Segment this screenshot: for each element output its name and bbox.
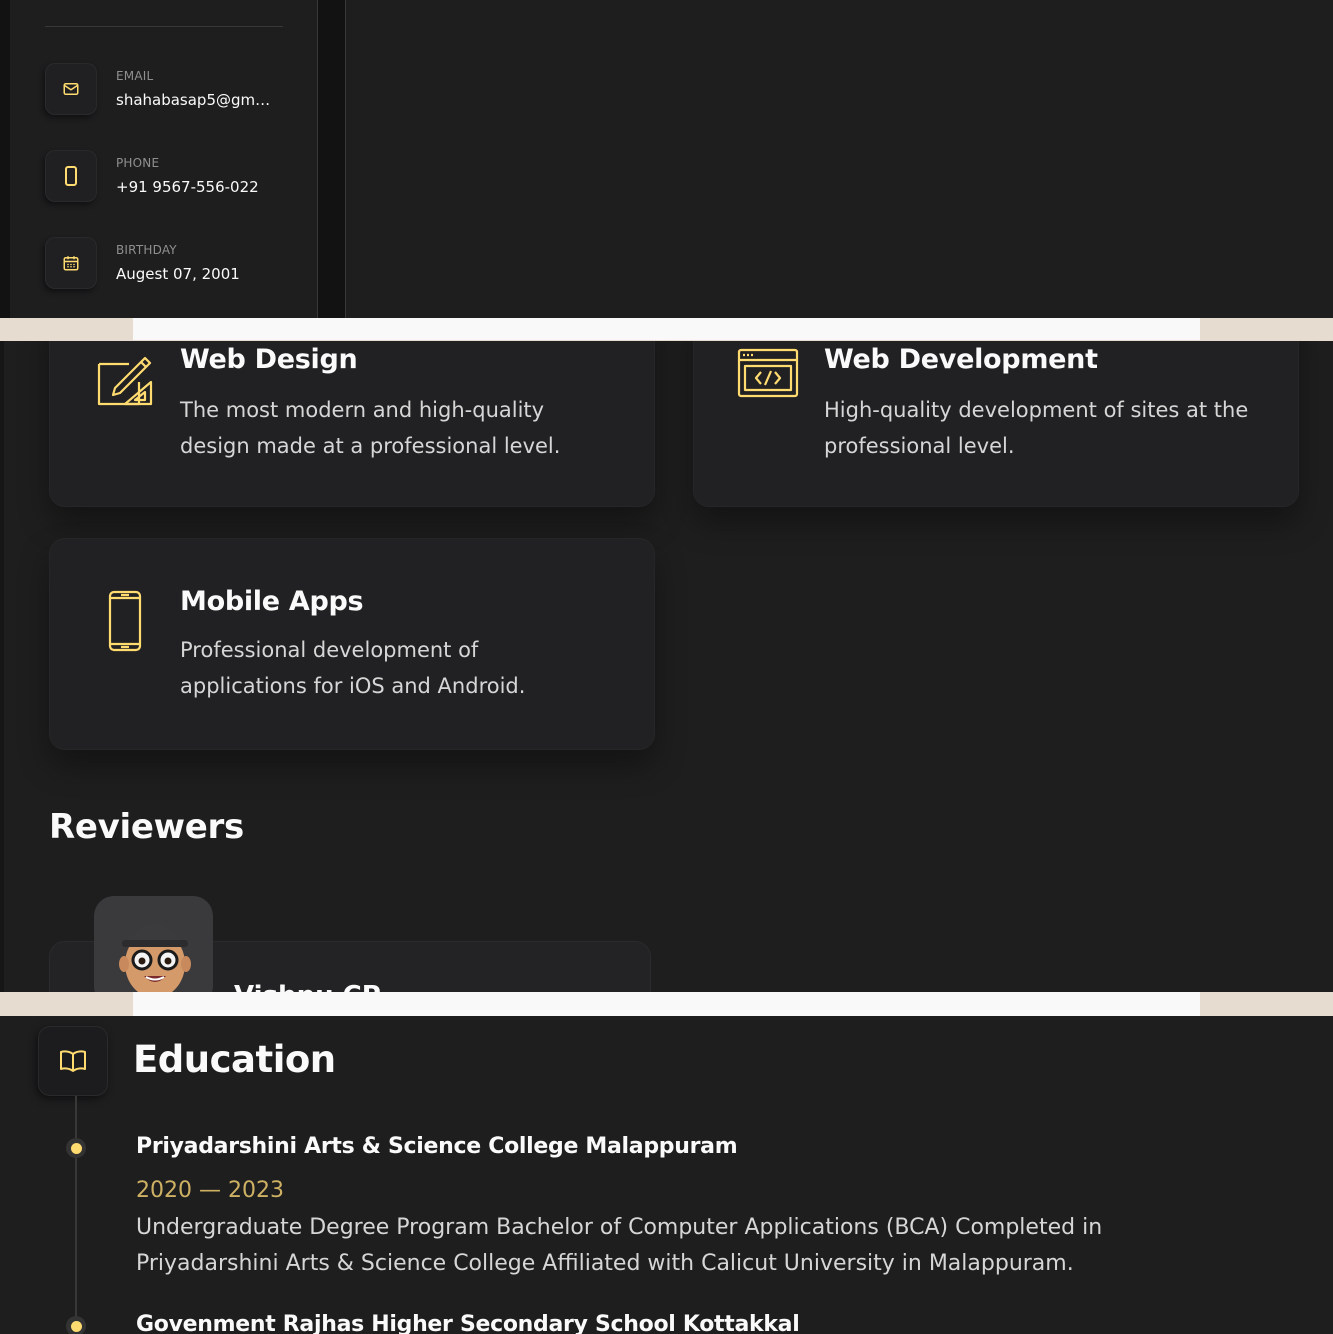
- email-link[interactable]: shahabasap5@gm…: [116, 91, 276, 109]
- sidebar: EMAIL shahabasap5@gm… PHONE +91 9567-556…: [10, 0, 318, 318]
- book-icon: [38, 1026, 108, 1096]
- timeline-line: [75, 1096, 77, 1334]
- education-item-title: Priyadarshini Arts & Science College Mal…: [136, 1134, 738, 1159]
- service-title: Web Design: [180, 344, 358, 375]
- screenshot-divider: [0, 992, 1333, 1016]
- services-panel: Web Design The most modern and high-qual…: [0, 341, 1333, 992]
- memoji-avatar-image: [119, 924, 191, 992]
- education-heading: Education: [133, 1038, 336, 1081]
- timeline-dot: [66, 1316, 86, 1334]
- contact-label: PHONE: [116, 156, 160, 170]
- sidebar-gutter: [318, 0, 346, 318]
- page-edge: [0, 0, 10, 318]
- birthday-value: Augest 07, 2001: [116, 265, 240, 283]
- service-title: Web Development: [824, 344, 1098, 375]
- reviewer-name: Vishnu CP: [234, 981, 381, 992]
- mobile-icon: [108, 590, 142, 656]
- contact-email: EMAIL shahabasap5@gm…: [45, 63, 276, 115]
- screenshot-divider: [0, 318, 1333, 341]
- timeline-dot: [66, 1138, 86, 1158]
- service-text: High-quality development of sites at the…: [824, 398, 1249, 458]
- design-icon: [95, 348, 155, 412]
- contact-label: BIRTHDAY: [116, 243, 177, 257]
- contact-label: EMAIL: [116, 69, 154, 83]
- mail-icon: [45, 63, 97, 115]
- service-card-mobile-apps: Mobile Apps Professional development of …: [49, 538, 655, 750]
- service-title: Mobile Apps: [180, 586, 364, 617]
- education-panel: Education Priyadarshini Arts & Science C…: [0, 1016, 1333, 1334]
- phone-link[interactable]: +91 9567-556-022: [116, 178, 276, 196]
- sidebar-separator: [45, 26, 283, 27]
- code-icon: [737, 348, 799, 402]
- calendar-icon: [45, 237, 97, 289]
- education-item-years: 2020 — 2023: [136, 1178, 284, 1203]
- service-card-web-development: Web Development High-quality development…: [693, 341, 1299, 507]
- service-text: Professional development of applications…: [180, 638, 526, 698]
- education-item-text: Undergraduate Degree Program Bachelor of…: [136, 1215, 1103, 1276]
- page-edge: [0, 341, 4, 992]
- reviewers-heading: Reviewers: [49, 807, 244, 847]
- sidebar-panel: EMAIL shahabasap5@gm… PHONE +91 9567-556…: [0, 0, 1333, 318]
- reviewer-avatar: [94, 896, 213, 992]
- education-item-title: Govenment Rajhas Higher Secondary School…: [136, 1312, 800, 1334]
- phone-icon: [45, 150, 97, 202]
- service-text: The most modern and high-quality design …: [180, 398, 561, 458]
- contact-birthday: BIRTHDAY Augest 07, 2001: [45, 237, 276, 289]
- contact-phone: PHONE +91 9567-556-022: [45, 150, 276, 202]
- service-card-web-design: Web Design The most modern and high-qual…: [49, 341, 655, 507]
